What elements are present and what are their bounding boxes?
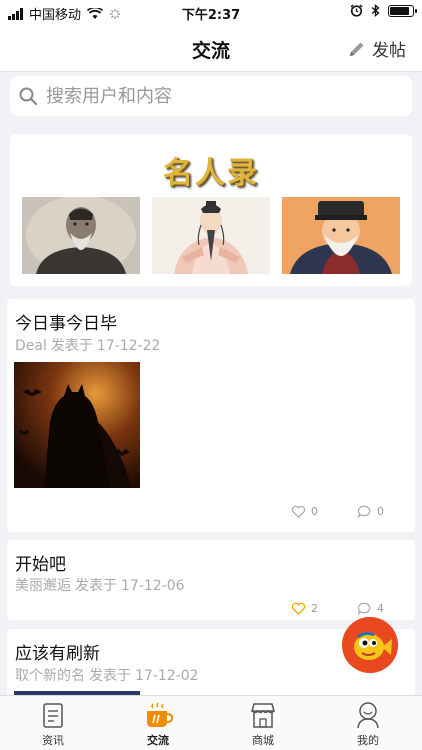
- post-author[interactable]: 取个新的名: [15, 668, 85, 684]
- post-card[interactable]: 开始吧 美丽邂逅 发表于 17-12-06 2 4: [7, 540, 415, 620]
- post-posted-label: 发表于: [75, 578, 117, 594]
- banner-title: 名人录: [163, 156, 259, 191]
- portrait-sage-with-hat[interactable]: [282, 197, 400, 274]
- store-icon: [251, 703, 275, 728]
- post-author[interactable]: 美丽邂逅: [15, 578, 71, 594]
- post-date: 17-12-06: [121, 578, 185, 594]
- tab-bar: 资讯 交流 商城 我的: [0, 695, 422, 750]
- post-title: 今日事今日毕: [15, 314, 117, 334]
- user-icon: [357, 702, 379, 729]
- tab-store[interactable]: 商城: [233, 700, 293, 748]
- tab-label: 资讯: [42, 734, 64, 747]
- post-meta: 取个新的名 发表于 17-12-02: [15, 665, 199, 685]
- comment-icon: [357, 602, 371, 616]
- alarm-icon: [350, 4, 363, 17]
- tab-news[interactable]: 资讯: [23, 700, 83, 748]
- post-meta: 美丽邂逅 发表于 17-12-06: [15, 575, 185, 595]
- search-icon: [19, 87, 38, 106]
- like-count: 2: [311, 602, 318, 615]
- heart-icon: [291, 602, 306, 616]
- floating-fish-button[interactable]: [342, 617, 398, 673]
- post-meta: Deal 发表于 17-12-22: [15, 335, 160, 355]
- comment-icon: [357, 505, 371, 519]
- post-button[interactable]: 发帖: [348, 36, 406, 61]
- post-posted-label: 发表于: [89, 668, 131, 684]
- post-date: 17-12-02: [135, 668, 199, 684]
- search-bar[interactable]: [10, 76, 412, 116]
- portrait-ancient-scholar[interactable]: [152, 197, 270, 274]
- nav-bar: 交流 发帖: [0, 24, 422, 72]
- post-date: 17-12-22: [96, 338, 161, 354]
- coffee-cup-icon: [147, 702, 173, 727]
- comment-count: 0: [377, 505, 384, 518]
- pencil-icon: [350, 42, 364, 56]
- post-image[interactable]: [14, 362, 140, 488]
- tab-community[interactable]: 交流: [128, 700, 188, 748]
- post-posted-label: 发表于: [50, 338, 93, 354]
- comment-button[interactable]: 0: [357, 504, 384, 519]
- post-button-label: 发帖: [372, 41, 406, 61]
- status-bar: 中国移动 下午2:37: [0, 0, 422, 24]
- battery-icon: [388, 4, 417, 17]
- like-button[interactable]: 2: [291, 601, 318, 616]
- tab-label: 交流: [147, 734, 169, 747]
- post-title: 开始吧: [15, 555, 66, 575]
- bluetooth-icon: [371, 4, 380, 17]
- celebrity-banner[interactable]: 名人录: [10, 134, 412, 286]
- tab-label: 商城: [252, 734, 274, 747]
- portrait-elder-photo[interactable]: [22, 197, 140, 274]
- search-input[interactable]: [46, 85, 386, 107]
- post-author[interactable]: Deal: [15, 338, 47, 354]
- fish-icon: [342, 617, 398, 673]
- tab-profile[interactable]: 我的: [338, 700, 398, 748]
- like-count: 0: [311, 505, 318, 518]
- tab-label: 我的: [357, 734, 379, 747]
- heart-icon: [291, 505, 306, 518]
- like-button[interactable]: 0: [291, 504, 318, 519]
- document-icon: [43, 703, 63, 728]
- post-card[interactable]: 今日事今日毕 Deal 发表于 17-12-22 0 0: [7, 299, 415, 532]
- comment-count: 4: [377, 602, 384, 615]
- comment-button[interactable]: 4: [357, 601, 384, 616]
- post-title: 应该有刷新: [15, 644, 100, 664]
